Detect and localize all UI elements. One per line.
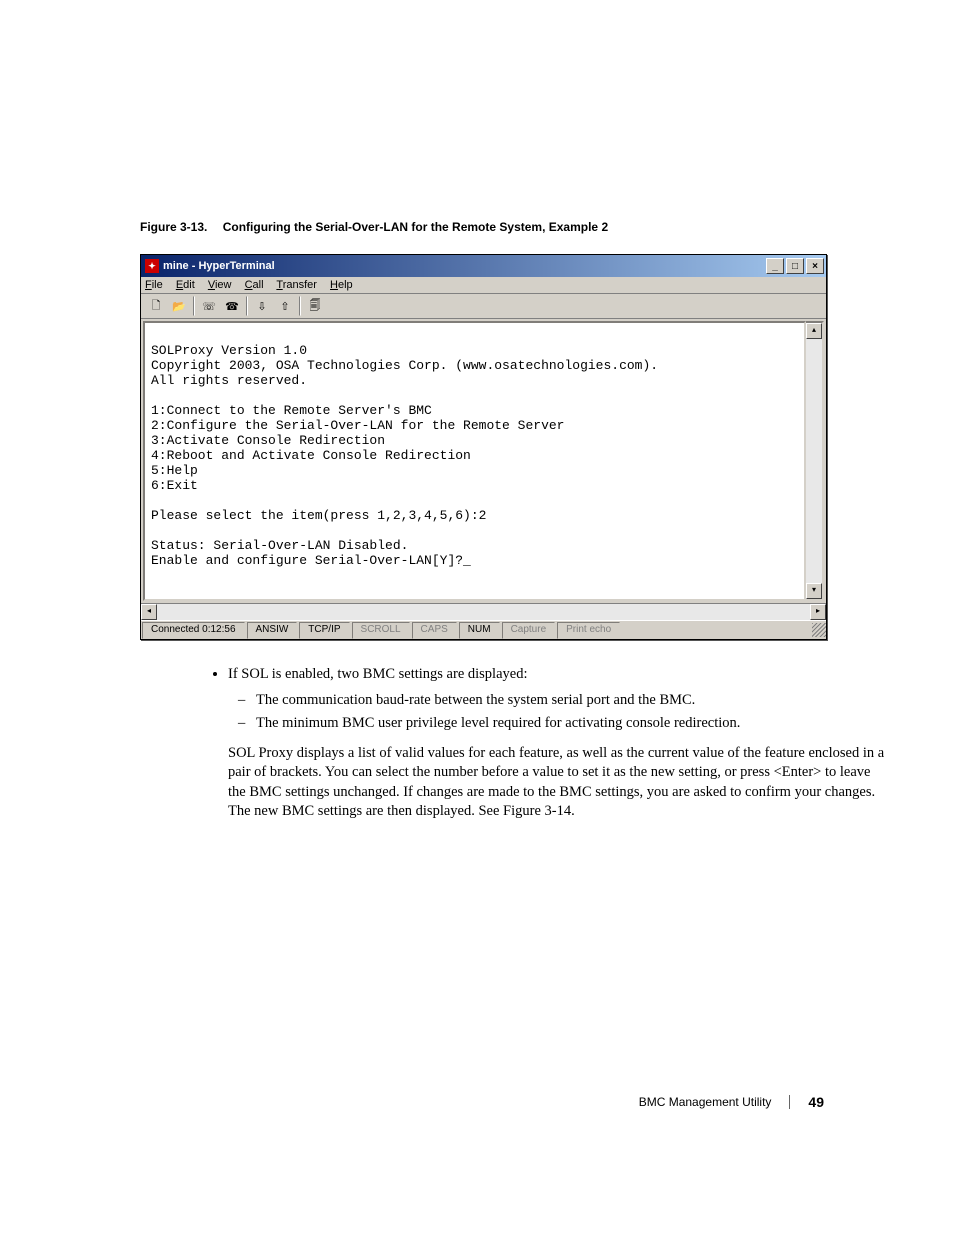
receive-icon[interactable]: ⇧ xyxy=(274,296,296,316)
window-title: mine - HyperTerminal xyxy=(163,260,275,272)
send-icon[interactable]: ⇩ xyxy=(251,296,273,316)
body-text: If SOL is enabled, two BMC settings are … xyxy=(210,665,890,822)
footer-section: BMC Management Utility xyxy=(639,1095,772,1109)
scroll-up-icon[interactable]: ▴ xyxy=(806,323,822,339)
close-button[interactable]: × xyxy=(806,258,824,274)
figure-caption: Figure 3-13. Configuring the Serial-Over… xyxy=(140,220,884,234)
status-protocol: TCP/IP xyxy=(299,622,349,639)
separator xyxy=(299,296,301,316)
vertical-scrollbar[interactable]: ▴ ▾ xyxy=(806,321,824,601)
status-capture: Capture xyxy=(502,622,556,639)
sub-list-item: The minimum BMC user privilege level req… xyxy=(256,714,890,734)
status-num: NUM xyxy=(459,622,500,639)
menubar: File Edit View Call Transfer Help xyxy=(141,277,826,294)
disconnect-icon[interactable]: ☎ xyxy=(221,296,243,316)
status-caps: CAPS xyxy=(412,622,457,639)
menu-view[interactable]: View xyxy=(208,279,232,291)
bullet-text: If SOL is enabled, two BMC settings are … xyxy=(228,666,528,682)
list-item: If SOL is enabled, two BMC settings are … xyxy=(228,665,890,734)
figure-title: Configuring the Serial-Over-LAN for the … xyxy=(223,220,608,234)
toolbar: 🗋 📂 ☏ ☎ ⇩ ⇧ 🗐 xyxy=(141,294,826,319)
titlebar[interactable]: ✦ mine - HyperTerminal _ □ × xyxy=(141,255,826,277)
status-scroll: SCROLL xyxy=(352,622,410,639)
menu-file[interactable]: File xyxy=(145,279,163,291)
scroll-track[interactable] xyxy=(157,604,810,620)
connect-icon[interactable]: ☏ xyxy=(198,296,220,316)
scroll-track[interactable] xyxy=(806,339,822,583)
open-icon[interactable]: 📂 xyxy=(168,296,190,316)
status-printecho: Print echo xyxy=(557,622,620,639)
paragraph: SOL Proxy displays a list of valid value… xyxy=(228,744,890,822)
status-connected: Connected 0:12:56 xyxy=(142,622,245,639)
separator xyxy=(193,296,195,316)
menu-call[interactable]: Call xyxy=(245,279,264,291)
menu-edit[interactable]: Edit xyxy=(176,279,195,291)
sub-list-item: The communication baud-rate between the … xyxy=(256,691,890,711)
horizontal-scrollbar[interactable]: ◂ ▸ xyxy=(141,603,826,620)
scroll-down-icon[interactable]: ▾ xyxy=(806,583,822,599)
page-footer: BMC Management Utility 49 xyxy=(639,1094,824,1110)
footer-divider xyxy=(789,1095,790,1109)
status-emulation: ANSIW xyxy=(247,622,298,639)
separator xyxy=(246,296,248,316)
resize-grip-icon[interactable] xyxy=(812,623,826,637)
statusbar: Connected 0:12:56 ANSIW TCP/IP SCROLL CA… xyxy=(141,620,826,639)
scroll-right-icon[interactable]: ▸ xyxy=(810,604,826,620)
properties-icon[interactable]: 🗐 xyxy=(304,296,326,316)
maximize-button[interactable]: □ xyxy=(786,258,804,274)
minimize-button[interactable]: _ xyxy=(766,258,784,274)
terminal-output[interactable]: SOLProxy Version 1.0 Copyright 2003, OSA… xyxy=(143,321,806,601)
app-icon: ✦ xyxy=(145,259,159,273)
hyperterminal-window: ✦ mine - HyperTerminal _ □ × File Edit V… xyxy=(140,254,827,640)
menu-transfer[interactable]: Transfer xyxy=(276,279,317,291)
new-file-icon[interactable]: 🗋 xyxy=(145,296,167,316)
scroll-left-icon[interactable]: ◂ xyxy=(141,604,157,620)
figure-label: Figure 3-13. xyxy=(140,220,207,234)
page-number: 49 xyxy=(808,1094,824,1110)
menu-help[interactable]: Help xyxy=(330,279,353,291)
